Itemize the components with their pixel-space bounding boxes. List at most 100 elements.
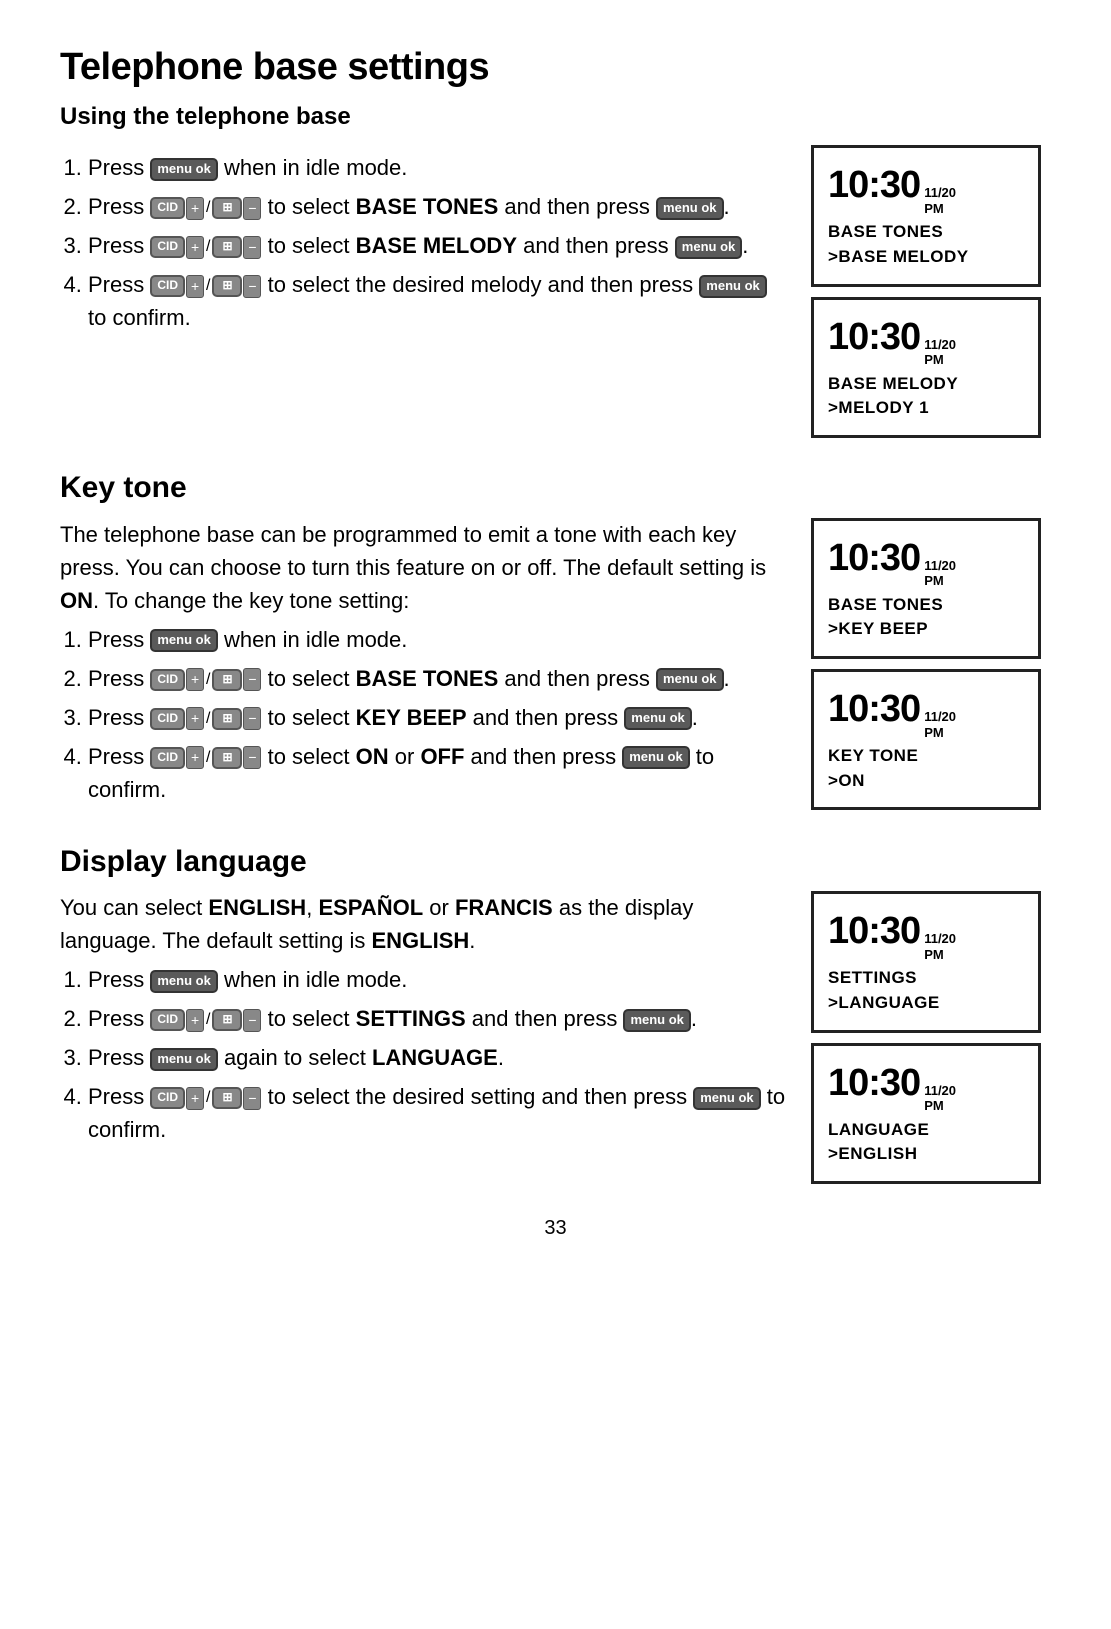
- screen-line2-3: >KEY BEEP: [828, 617, 1024, 642]
- key-tone-steps: Press menu ok when in idle mode. Press C…: [60, 623, 791, 806]
- page-subtitle: Using the telephone base: [60, 99, 1051, 135]
- menu-ok-button-8[interactable]: menu ok: [622, 746, 689, 769]
- cid-plus-book-minus-group-8: CID+/⊞−: [150, 1086, 261, 1110]
- section-telephone-base: Press menu ok when in idle mode. Press C…: [60, 145, 1051, 438]
- slash-4: /: [206, 668, 210, 692]
- screen-clock-2: 10:30: [828, 310, 920, 365]
- cid-button-8[interactable]: CID: [150, 1087, 185, 1109]
- slash-6: /: [206, 746, 210, 770]
- book-button-1[interactable]: ⊞: [212, 197, 242, 219]
- menu-ok-button-11[interactable]: menu ok: [150, 1048, 217, 1071]
- screen-key-tone: 10:30 11/20 PM KEY TONE >ON: [811, 669, 1041, 810]
- minus-button-3[interactable]: −: [243, 275, 261, 298]
- cid-button-3[interactable]: CID: [150, 275, 185, 297]
- book-button-2[interactable]: ⊞: [212, 236, 242, 258]
- plus-button-1[interactable]: +: [186, 197, 204, 220]
- minus-button-5[interactable]: −: [243, 707, 261, 730]
- screen-line2-6: >ENGLISH: [828, 1142, 1024, 1167]
- screen-clock-3: 10:30: [828, 531, 920, 586]
- default-english-label: ENGLISH: [371, 928, 469, 953]
- language-label: LANGUAGE: [372, 1045, 498, 1070]
- key-tone-default: ON: [60, 588, 93, 613]
- espanol-label: ESPAÑOL: [318, 895, 423, 920]
- minus-button-6[interactable]: −: [243, 746, 261, 769]
- screen-date-4: 11/20 PM: [924, 709, 956, 740]
- plus-button-8[interactable]: +: [186, 1087, 204, 1110]
- screen-line2-2: >MELODY 1: [828, 396, 1024, 421]
- screen-date-2: 11/20 PM: [924, 337, 956, 368]
- settings-label: SETTINGS: [356, 1006, 466, 1031]
- menu-ok-button-12[interactable]: menu ok: [693, 1087, 760, 1110]
- plus-button-2[interactable]: +: [186, 236, 204, 259]
- base-melody-label-1: BASE MELODY: [356, 233, 517, 258]
- step-dl-1: Press menu ok when in idle mode.: [88, 963, 791, 996]
- cid-button-1[interactable]: CID: [150, 197, 185, 219]
- cid-plus-book-minus-group-6: CID+/⊞−: [150, 746, 261, 770]
- screen-base-tones-2: 10:30 11/20 PM BASE TONES >KEY BEEP: [811, 518, 1041, 659]
- minus-button-1[interactable]: −: [243, 197, 261, 220]
- section-key-tone: The telephone base can be programmed to …: [60, 518, 1051, 812]
- display-language-instructions: You can select ENGLISH, ESPAÑOL or FRANC…: [60, 891, 791, 1152]
- menu-ok-button-5[interactable]: menu ok: [150, 629, 217, 652]
- key-beep-label: KEY BEEP: [356, 705, 467, 730]
- menu-ok-button-1[interactable]: menu ok: [150, 158, 217, 181]
- screen-time-4: 10:30 11/20 PM: [828, 682, 1024, 740]
- book-button-7[interactable]: ⊞: [212, 1009, 242, 1031]
- cid-plus-book-minus-group-7: CID+/⊞−: [150, 1008, 261, 1032]
- step-kt-2b: Press CID+/⊞− to select KEY BEEP and the…: [88, 701, 791, 734]
- cid-plus-book-minus-group-4: CID+/⊞−: [150, 668, 261, 692]
- cid-plus-book-minus-group-3: CID+/⊞−: [150, 274, 261, 298]
- menu-ok-button-2[interactable]: menu ok: [656, 197, 723, 220]
- display-language-screens: 10:30 11/20 PM SETTINGS >LANGUAGE 10:30 …: [811, 891, 1051, 1184]
- key-tone-title: Key tone: [60, 466, 1051, 510]
- plus-button-6[interactable]: +: [186, 746, 204, 769]
- minus-button-8[interactable]: −: [243, 1087, 261, 1110]
- cid-button-7[interactable]: CID: [150, 1009, 185, 1031]
- cid-button-2[interactable]: CID: [150, 236, 185, 258]
- menu-ok-button-10[interactable]: menu ok: [623, 1009, 690, 1032]
- screen-line1-5: SETTINGS: [828, 966, 1024, 991]
- screen-time-3: 10:30 11/20 PM: [828, 531, 1024, 589]
- menu-ok-button-4[interactable]: menu ok: [699, 275, 766, 298]
- screen-date-3: 11/20 PM: [924, 558, 956, 589]
- plus-button-5[interactable]: +: [186, 707, 204, 730]
- display-language-steps: Press menu ok when in idle mode. Press C…: [60, 963, 791, 1146]
- minus-button-4[interactable]: −: [243, 668, 261, 691]
- minus-button-2[interactable]: −: [243, 236, 261, 259]
- screen-line1-1: BASE TONES: [828, 220, 1024, 245]
- plus-button-3[interactable]: +: [186, 275, 204, 298]
- book-button-6[interactable]: ⊞: [212, 747, 242, 769]
- screen-time-2: 10:30 11/20 PM: [828, 310, 1024, 368]
- book-button-5[interactable]: ⊞: [212, 708, 242, 730]
- step-dl-3: Press menu ok again to select LANGUAGE.: [88, 1041, 791, 1074]
- on-label: ON: [356, 744, 389, 769]
- step-kt-4: Press CID+/⊞− to select ON or OFF and th…: [88, 740, 791, 806]
- menu-ok-button-6[interactable]: menu ok: [656, 668, 723, 691]
- plus-button-7[interactable]: +: [186, 1009, 204, 1032]
- book-button-4[interactable]: ⊞: [212, 669, 242, 691]
- book-button-3[interactable]: ⊞: [212, 275, 242, 297]
- screen-line1-4: KEY TONE: [828, 744, 1024, 769]
- slash-3: /: [206, 274, 210, 298]
- cid-button-6[interactable]: CID: [150, 747, 185, 769]
- screen-line1-3: BASE TONES: [828, 593, 1024, 618]
- book-button-8[interactable]: ⊞: [212, 1087, 242, 1109]
- key-tone-instructions: The telephone base can be programmed to …: [60, 518, 791, 812]
- screen-time-6: 10:30 11/20 PM: [828, 1056, 1024, 1114]
- menu-ok-button-7[interactable]: menu ok: [624, 707, 691, 730]
- step-tb-2b: Press CID+/⊞− to select BASE MELODY and …: [88, 229, 791, 262]
- slash-5: /: [206, 707, 210, 731]
- menu-ok-button-3[interactable]: menu ok: [675, 236, 742, 259]
- step-tb-3: Press CID+/⊞− to select the desired melo…: [88, 268, 791, 334]
- minus-button-7[interactable]: −: [243, 1009, 261, 1032]
- step-dl-4: Press CID+/⊞− to select the desired sett…: [88, 1080, 791, 1146]
- display-language-description: You can select ENGLISH, ESPAÑOL or FRANC…: [60, 891, 791, 957]
- screen-date-1: 11/20 PM: [924, 185, 956, 216]
- plus-button-4[interactable]: +: [186, 668, 204, 691]
- base-tones-label-1: BASE TONES: [356, 194, 499, 219]
- cid-button-5[interactable]: CID: [150, 708, 185, 730]
- cid-plus-book-minus-group-1: CID+/⊞−: [150, 196, 261, 220]
- step-dl-2: Press CID+/⊞− to select SETTINGS and the…: [88, 1002, 791, 1035]
- menu-ok-button-9[interactable]: menu ok: [150, 970, 217, 993]
- cid-button-4[interactable]: CID: [150, 669, 185, 691]
